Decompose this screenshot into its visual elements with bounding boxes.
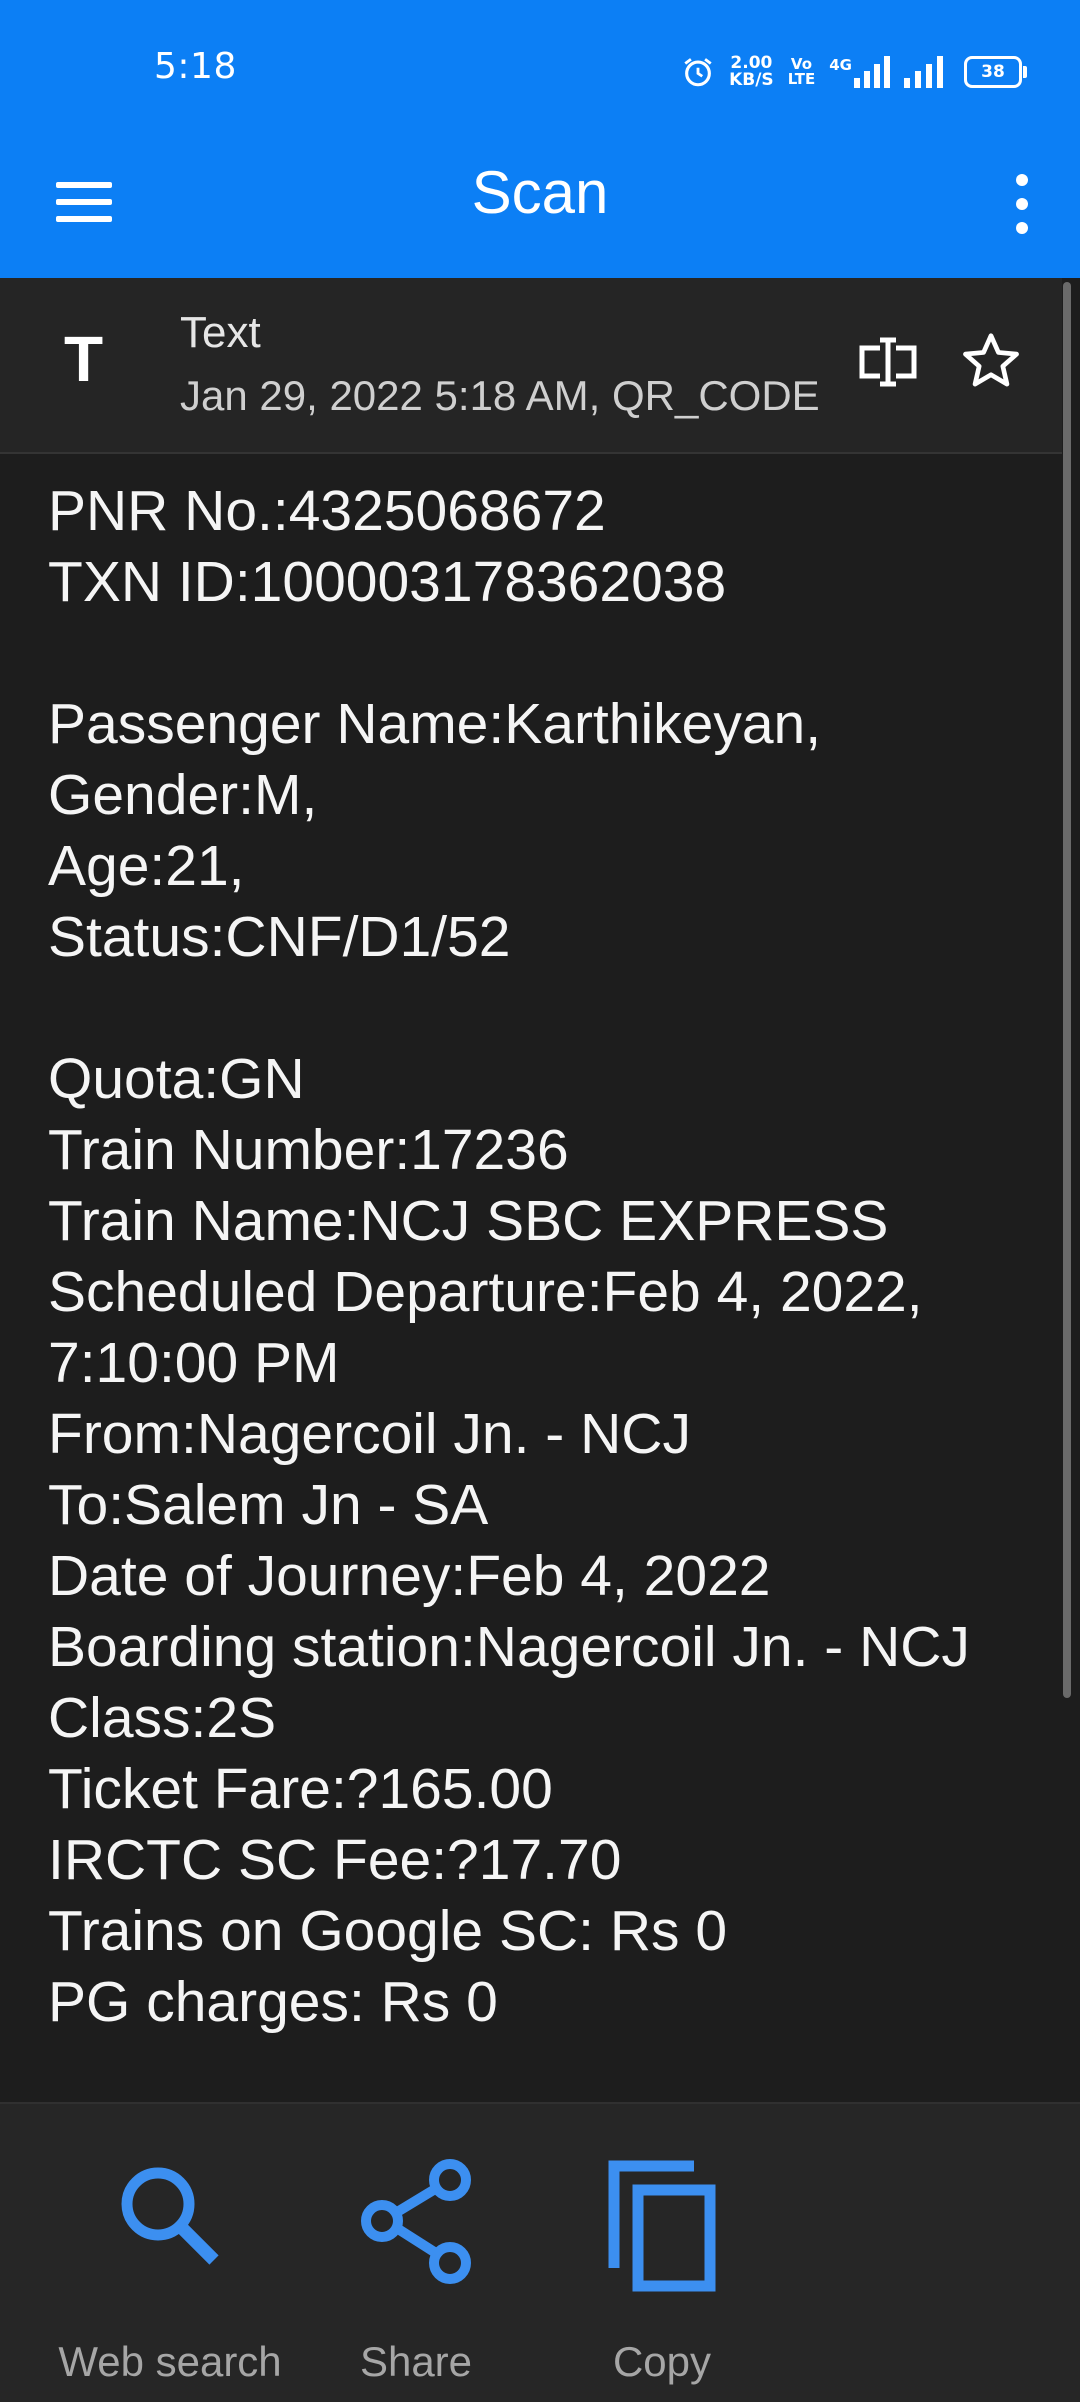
signal-4g: 4G [829,56,890,88]
result-line [48,973,1048,1044]
result-line: PNR No.:4325068672 [48,479,606,543]
status-time: 5:18 [154,46,237,87]
result-line: Passenger Name:Karthikeyan, [48,692,822,756]
result-line: Train Number:17236 [48,1118,569,1182]
result-line: TXN ID:100003178362038 [48,550,727,614]
result-line: PG charges: Rs 0 [48,1970,498,2034]
result-line: Trains on Google SC: Rs 0 [48,1899,728,1963]
copy-icon [608,2160,716,2292]
alarm-icon [684,58,712,87]
volte-bottom: LTE [787,70,816,88]
result-line: From:Nagercoil Jn. - NCJ [48,1402,691,1466]
result-line [48,618,1048,689]
battery-level: 38 [981,62,1005,82]
result-line: Date of Journey:Feb 4, 2022 [48,1544,771,1608]
result-line: To:Salem Jn - SA [48,1473,489,1537]
signal-icon [854,56,890,88]
status-bar: 5:18 2.00 KB/S Vo LTE 4G 38 [0,0,1080,142]
scrollbar[interactable] [1063,282,1071,1698]
volte-indicator: Vo LTE [788,57,816,87]
share-label: Share [359,2338,473,2385]
share-button[interactable]: Share [286,2104,546,2402]
status-icons: 2.00 KB/S Vo LTE 4G 38 [681,50,1027,94]
result-type-label: Text [180,308,261,357]
scan-result-text[interactable]: PNR No.:4325068672 TXN ID:100003178362038… [48,476,1048,2038]
signal-icon [904,56,943,88]
battery-icon: 38 [964,56,1027,88]
search-icon [121,2167,219,2265]
text-type-icon: T [64,323,104,395]
text-select-icon[interactable] [856,330,920,394]
result-line: Class:2S [48,1686,277,1750]
result-line: Scheduled Departure:Feb 4, 2022, [48,1260,923,1324]
result-line: Quota:GN [48,1047,305,1111]
network-type: 4G [829,56,852,74]
result-line: 7:10:00 PM [48,1331,340,1395]
page-title: Scan [471,159,609,226]
share-icon [361,2159,471,2284]
network-speed: 2.00 KB/S [729,55,774,89]
speed-unit: KB/S [729,70,774,90]
copy-label: Copy [612,2338,712,2385]
result-line: Boarding station:Nagercoil Jn. - NCJ [48,1615,970,1679]
star-icon[interactable] [958,328,1024,394]
more-vert-icon[interactable] [992,166,1052,246]
web-search-button[interactable]: Web search [40,2104,300,2402]
result-line: Ticket Fare:?165.00 [48,1757,553,1821]
copy-button[interactable]: Copy [532,2104,792,2402]
result-line: Train Name:NCJ SBC EXPRESS [48,1189,889,1253]
app-bar: Scan [0,142,1080,278]
result-header: T Text Jan 29, 2022 5:18 AM, QR_CODE [0,278,1062,454]
result-meta: Jan 29, 2022 5:18 AM, QR_CODE [180,372,820,419]
web-search-label: Web search [58,2338,282,2385]
result-line: Age:21, [48,834,245,898]
action-bar: Web search Share Copy [0,2102,1080,2402]
result-line: IRCTC SC Fee:?17.70 [48,1828,622,1892]
result-line: Status:CNF/D1/52 [48,905,511,969]
result-line: Gender:M, [48,763,318,827]
